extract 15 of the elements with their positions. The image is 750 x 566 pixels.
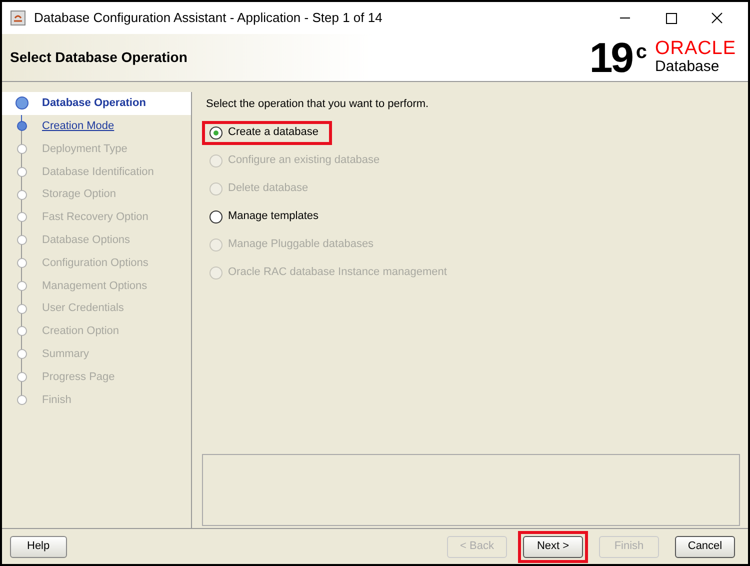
radio-button[interactable] xyxy=(209,126,223,140)
step-item[interactable]: Creation Mode xyxy=(42,118,114,134)
prompt-text: Select the operation that you want to perform. xyxy=(206,97,430,112)
option-label[interactable]: Manage templates xyxy=(228,208,318,225)
logo-superscript: c xyxy=(636,40,648,64)
logo-version: 19 xyxy=(589,36,632,78)
wizard-button[interactable]: Next > xyxy=(523,536,583,558)
app-icon xyxy=(10,10,26,26)
help-button[interactable]: Help xyxy=(10,536,67,558)
radio-button[interactable] xyxy=(209,210,223,224)
wizard-button[interactable]: Cancel xyxy=(675,536,735,558)
logo-brand: ORACLE xyxy=(655,38,736,58)
logo-product: Database xyxy=(655,58,720,76)
page-title: Select Database Operation xyxy=(10,48,188,67)
window-title: Database Configuration Assistant - Application - Step 1 of 14 xyxy=(34,9,382,28)
